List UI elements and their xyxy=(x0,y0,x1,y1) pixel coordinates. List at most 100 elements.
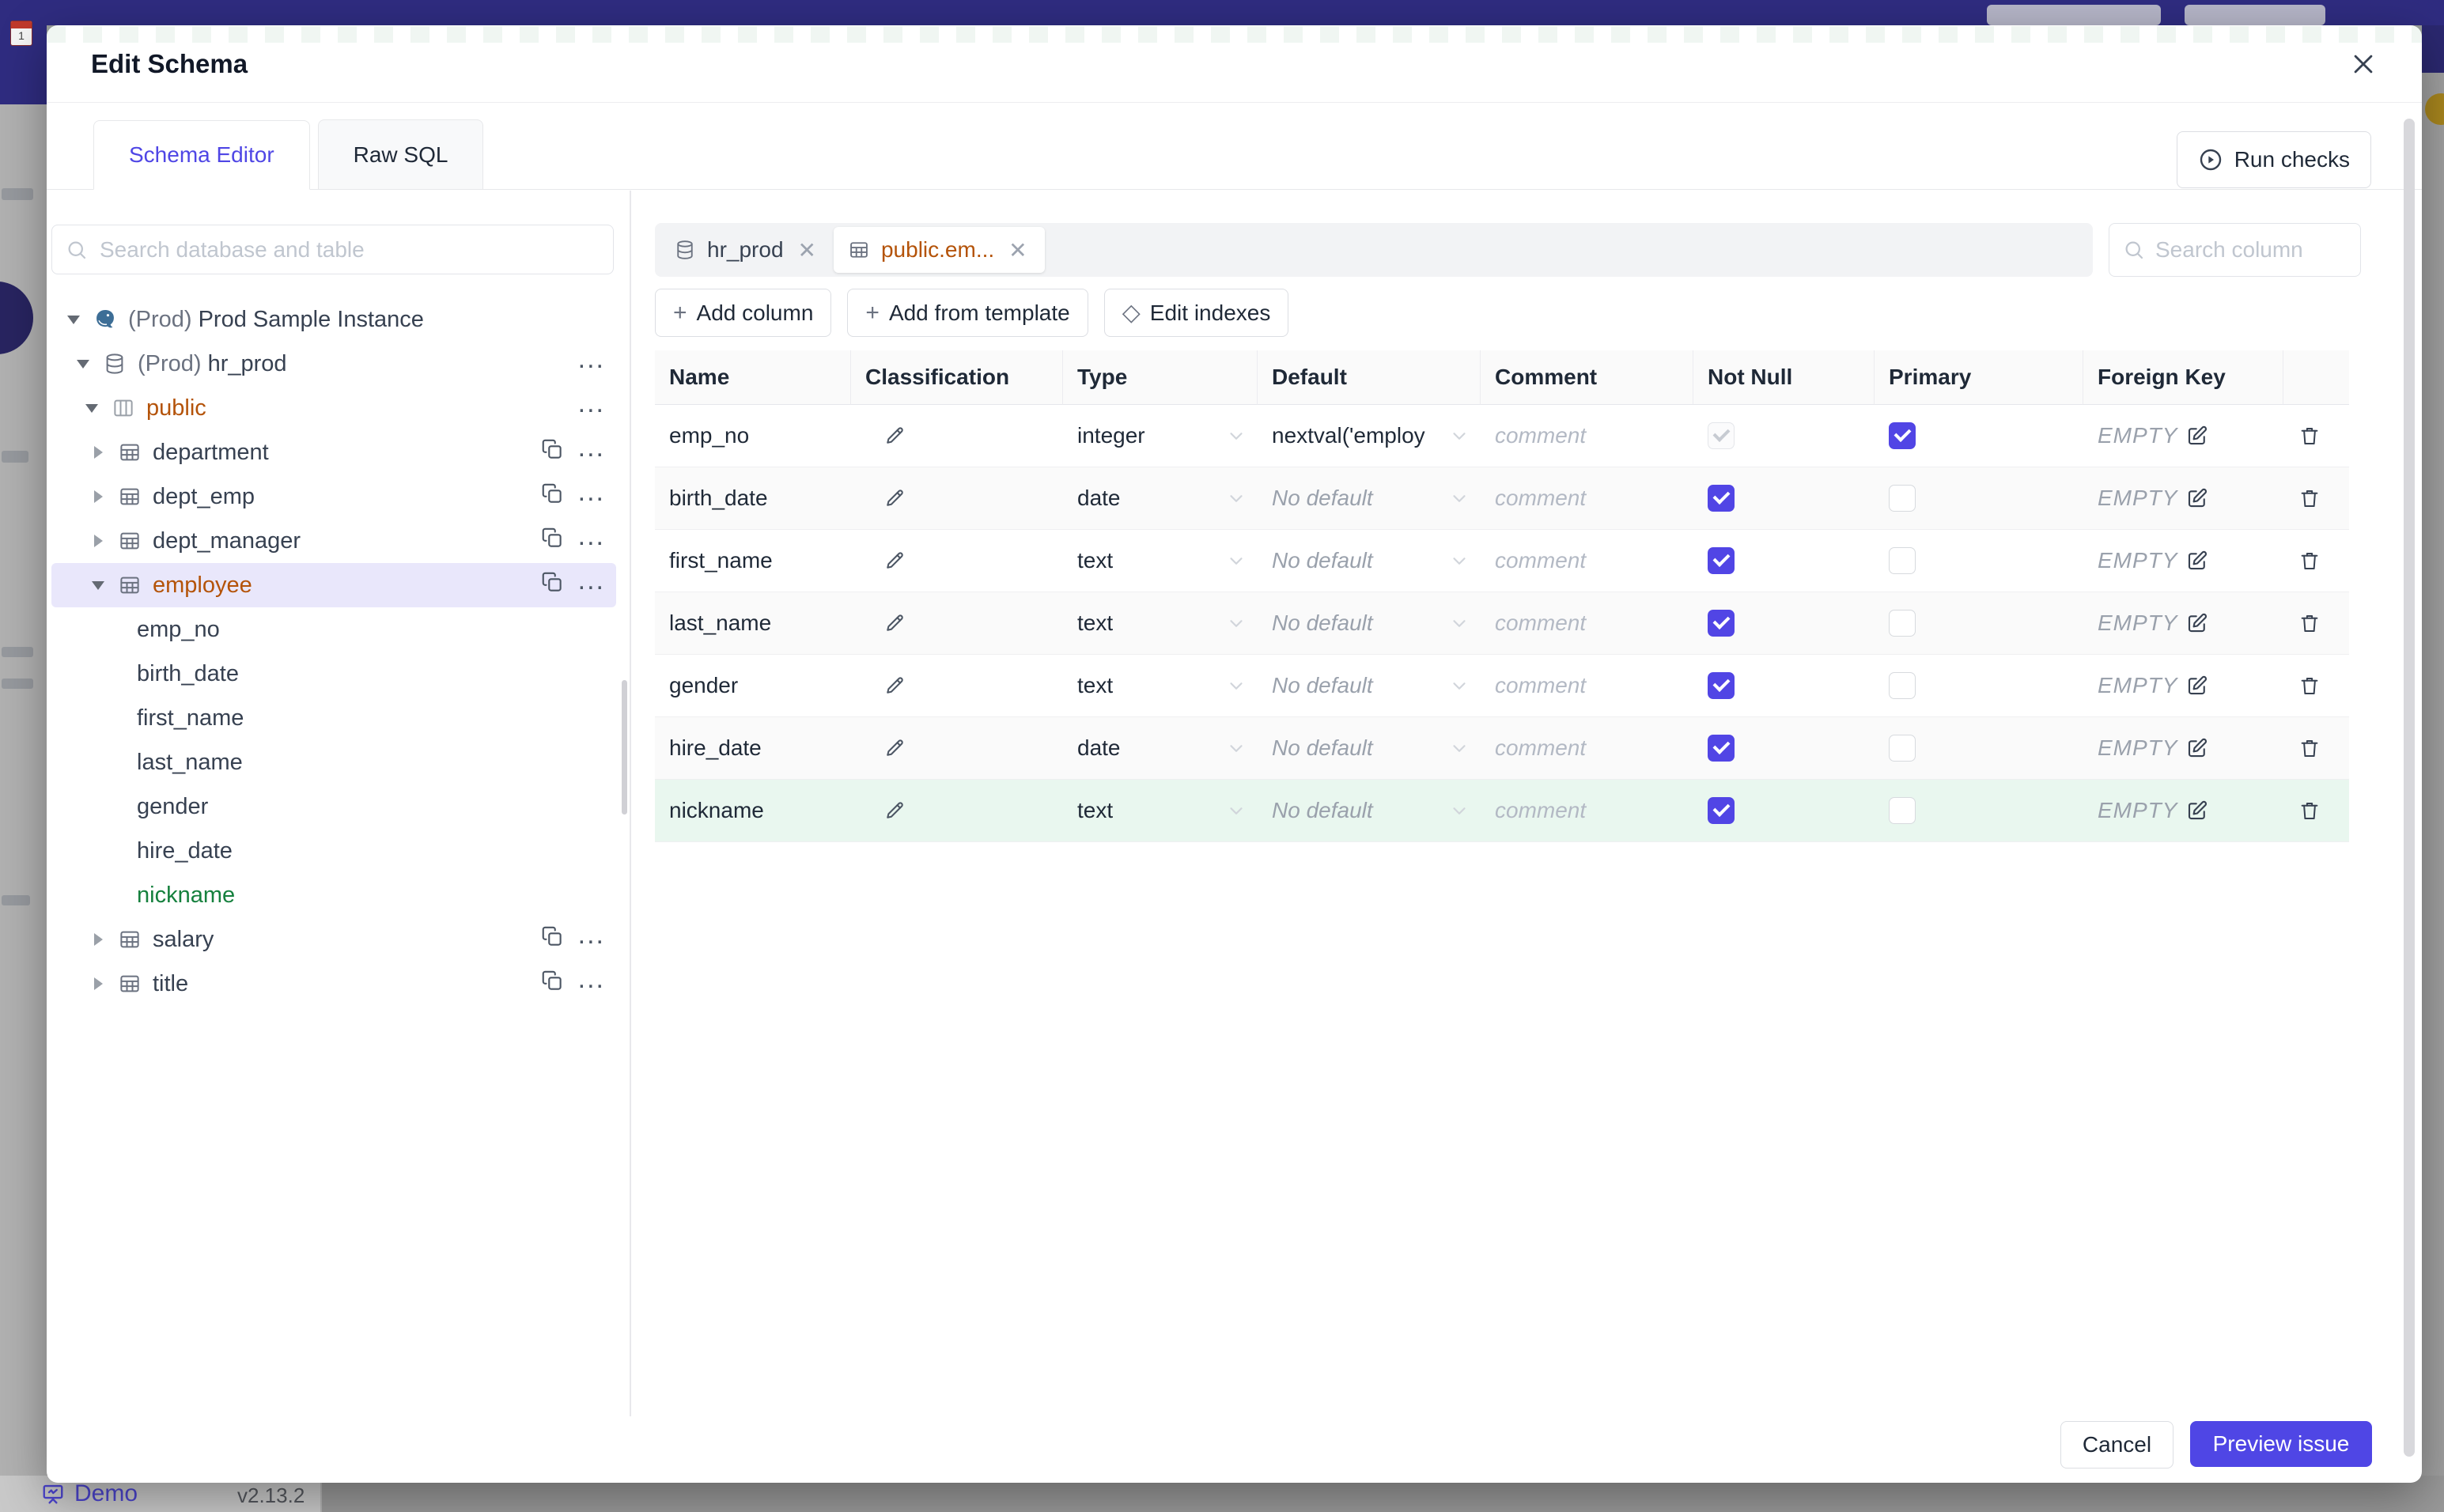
database-search-input[interactable] xyxy=(98,236,613,263)
tree-item-hr_prod[interactable]: (Prod) hr_prod... xyxy=(51,342,616,386)
primary-checkbox[interactable] xyxy=(1889,422,1916,449)
not-null-checkbox[interactable] xyxy=(1708,610,1735,637)
column-name-cell[interactable]: first_name xyxy=(655,530,851,592)
run-checks-button[interactable]: Run checks xyxy=(2176,131,2371,188)
copy-icon[interactable] xyxy=(540,437,564,467)
close-tab-icon[interactable]: ✕ xyxy=(1005,237,1030,263)
not-null-checkbox[interactable] xyxy=(1708,422,1735,449)
tree-item-first_name[interactable]: first_name xyxy=(51,696,616,740)
primary-checkbox[interactable] xyxy=(1889,735,1916,762)
column-name-cell[interactable]: nickname xyxy=(655,780,851,841)
caret-down-icon[interactable] xyxy=(63,309,84,330)
close-icon[interactable] xyxy=(2346,47,2381,81)
default-select[interactable]: No default xyxy=(1258,530,1481,592)
type-select[interactable]: text xyxy=(1063,530,1258,592)
classification-edit-icon[interactable] xyxy=(883,799,906,822)
demo-link[interactable]: Demo xyxy=(41,1480,138,1507)
copy-icon[interactable] xyxy=(540,924,564,954)
default-select[interactable]: No default xyxy=(1258,592,1481,654)
default-select[interactable]: No default xyxy=(1258,717,1481,779)
more-actions-icon[interactable]: ... xyxy=(578,921,605,952)
copy-icon[interactable] xyxy=(540,526,564,556)
tree-item-last_name[interactable]: last_name xyxy=(51,740,616,784)
copy-icon[interactable] xyxy=(540,570,564,600)
not-null-checkbox[interactable] xyxy=(1708,735,1735,762)
not-null-checkbox[interactable] xyxy=(1708,672,1735,699)
classification-edit-icon[interactable] xyxy=(883,611,906,635)
edit-foreign-key-icon[interactable] xyxy=(2185,424,2209,448)
column-name-cell[interactable]: birth_date xyxy=(655,467,851,529)
close-tab-icon[interactable]: ✕ xyxy=(795,237,819,263)
default-select[interactable]: No default xyxy=(1258,467,1481,529)
comment-input[interactable]: comment xyxy=(1481,467,1693,529)
default-select[interactable]: No default xyxy=(1258,655,1481,716)
tree-item-hire_date[interactable]: hire_date xyxy=(51,829,616,873)
tab-schema-editor[interactable]: Schema Editor xyxy=(93,120,310,190)
tree-item-title[interactable]: title... xyxy=(51,962,616,1006)
not-null-checkbox[interactable] xyxy=(1708,485,1735,512)
caret-right-icon[interactable] xyxy=(88,531,108,551)
delete-column-icon[interactable] xyxy=(2298,549,2321,573)
more-actions-icon[interactable]: ... xyxy=(578,478,605,509)
primary-checkbox[interactable] xyxy=(1889,797,1916,824)
caret-down-icon[interactable] xyxy=(81,398,102,418)
tree-item-public[interactable]: public... xyxy=(51,386,616,430)
more-actions-icon[interactable]: ... xyxy=(578,434,605,465)
edit-foreign-key-icon[interactable] xyxy=(2185,611,2209,635)
classification-edit-icon[interactable] xyxy=(883,549,906,573)
tree-item-dept_emp[interactable]: dept_emp... xyxy=(51,474,616,519)
preview-issue-button[interactable]: Preview issue xyxy=(2190,1421,2372,1467)
edit-indexes-button[interactable]: ◇ Edit indexes xyxy=(1103,289,1289,337)
tree-item-dept_manager[interactable]: dept_manager... xyxy=(51,519,616,563)
caret-down-icon[interactable] xyxy=(73,353,93,374)
tree-item-nickname[interactable]: nickname xyxy=(51,873,616,917)
delete-column-icon[interactable] xyxy=(2298,424,2321,448)
default-select[interactable]: nextval('employ xyxy=(1258,405,1481,467)
delete-column-icon[interactable] xyxy=(2298,736,2321,760)
tree-item-department[interactable]: department... xyxy=(51,430,616,474)
column-search-input[interactable] xyxy=(2154,236,2331,263)
more-actions-icon[interactable]: ... xyxy=(578,346,605,376)
tree-item-emp_no[interactable]: emp_no xyxy=(51,607,616,652)
delete-column-icon[interactable] xyxy=(2298,799,2321,822)
more-actions-icon[interactable]: ... xyxy=(578,567,605,598)
caret-right-icon[interactable] xyxy=(88,929,108,950)
more-actions-icon[interactable]: ... xyxy=(578,966,605,996)
comment-input[interactable]: comment xyxy=(1481,717,1693,779)
panel-resizer[interactable] xyxy=(630,191,631,1416)
not-null-checkbox[interactable] xyxy=(1708,547,1735,574)
type-select[interactable]: date xyxy=(1063,717,1258,779)
more-actions-icon[interactable]: ... xyxy=(578,523,605,554)
copy-icon[interactable] xyxy=(540,969,564,999)
sidebar-scrollbar[interactable] xyxy=(622,680,627,815)
type-select[interactable]: integer xyxy=(1063,405,1258,467)
default-select[interactable]: No default xyxy=(1258,780,1481,841)
delete-column-icon[interactable] xyxy=(2298,611,2321,635)
type-select[interactable]: date xyxy=(1063,467,1258,529)
column-name-cell[interactable]: emp_no xyxy=(655,405,851,467)
tree-item-employee[interactable]: employee... xyxy=(51,563,616,607)
edit-foreign-key-icon[interactable] xyxy=(2185,549,2209,573)
tree-item-birth_date[interactable]: birth_date xyxy=(51,652,616,696)
caret-right-icon[interactable] xyxy=(88,442,108,463)
comment-input[interactable]: comment xyxy=(1481,405,1693,467)
type-select[interactable]: text xyxy=(1063,655,1258,716)
primary-checkbox[interactable] xyxy=(1889,547,1916,574)
classification-edit-icon[interactable] xyxy=(883,424,906,448)
primary-checkbox[interactable] xyxy=(1889,610,1916,637)
add-from-template-button[interactable]: + Add from template xyxy=(847,289,1088,337)
caret-right-icon[interactable] xyxy=(88,973,108,994)
not-null-checkbox[interactable] xyxy=(1708,797,1735,824)
column-name-cell[interactable]: last_name xyxy=(655,592,851,654)
column-name-cell[interactable]: gender xyxy=(655,655,851,716)
edit-foreign-key-icon[interactable] xyxy=(2185,674,2209,697)
cancel-button[interactable]: Cancel xyxy=(2060,1421,2173,1469)
primary-checkbox[interactable] xyxy=(1889,485,1916,512)
comment-input[interactable]: comment xyxy=(1481,592,1693,654)
editor-tab-public-employee[interactable]: public.em... ✕ xyxy=(833,227,1045,273)
type-select[interactable]: text xyxy=(1063,592,1258,654)
tree-item-salary[interactable]: salary... xyxy=(51,917,616,962)
more-actions-icon[interactable]: ... xyxy=(578,390,605,421)
delete-column-icon[interactable] xyxy=(2298,486,2321,510)
delete-column-icon[interactable] xyxy=(2298,674,2321,697)
